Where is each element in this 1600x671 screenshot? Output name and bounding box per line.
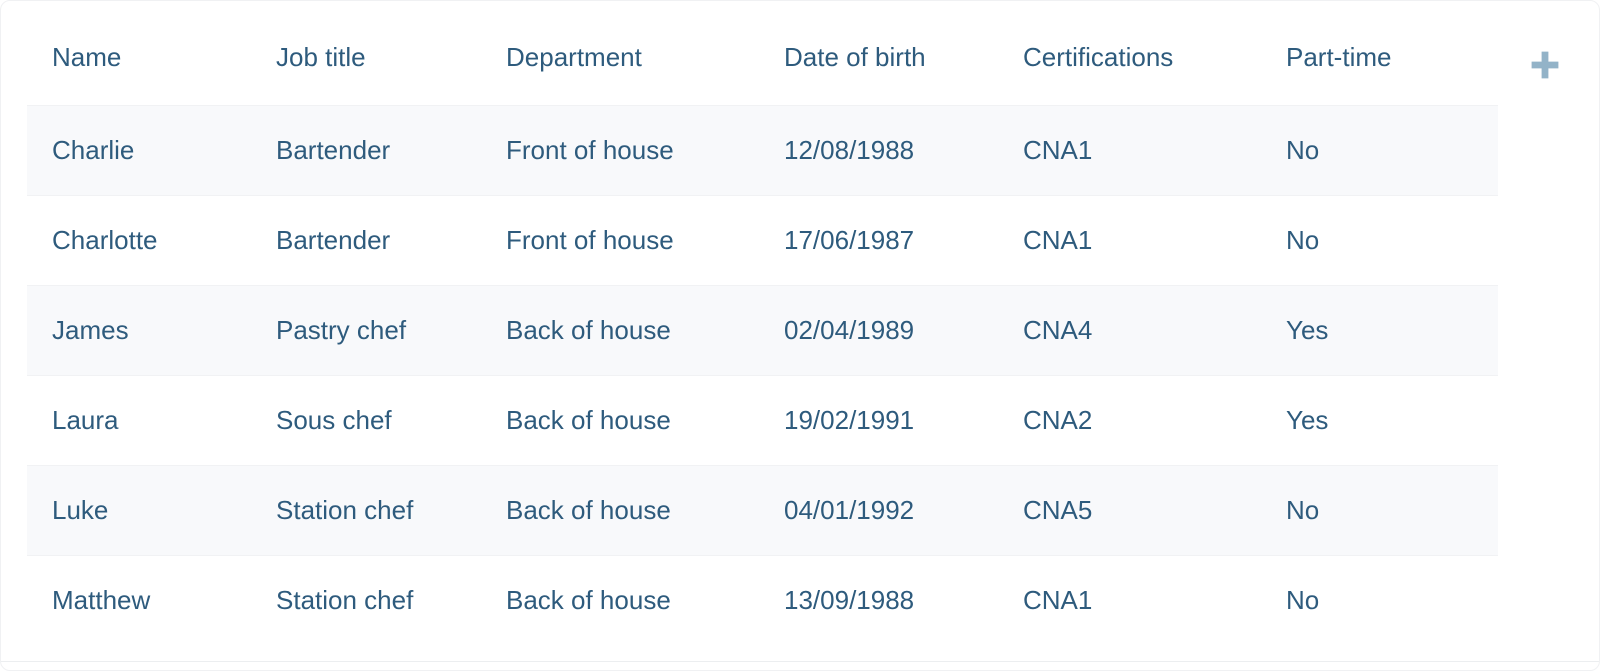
table-row[interactable]: James Pastry chef Back of house 02/04/19… [27,285,1498,376]
column-header-name[interactable]: Name [27,9,251,106]
column-header-job-title[interactable]: Job title [251,9,481,106]
table-scroll-area: Name Job title Department Date of birth … [1,1,1599,670]
cell-certifications[interactable]: CNA5 [998,465,1261,556]
cell-job-title[interactable]: Sous chef [251,375,481,466]
cell-part-time[interactable]: Yes [1261,375,1498,466]
cell-job-title[interactable]: Pastry chef [251,285,481,376]
column-header-part-time[interactable]: Part-time [1261,9,1498,106]
cell-certifications[interactable]: CNA1 [998,105,1261,196]
cell-date-of-birth[interactable]: 12/08/1988 [759,105,998,196]
cell-name[interactable]: James [27,285,251,376]
table-header: Name Job title Department Date of birth … [27,9,1498,106]
table-row[interactable]: Charlie Bartender Front of house 12/08/1… [27,105,1498,196]
cell-job-title[interactable]: Bartender [251,195,481,286]
employee-table-panel: Name Job title Department Date of birth … [0,0,1600,671]
column-header-department[interactable]: Department [481,9,759,106]
cell-date-of-birth[interactable]: 04/01/1992 [759,465,998,556]
cell-department[interactable]: Back of house [481,285,759,376]
cell-job-title[interactable]: Station chef [251,465,481,556]
cell-part-time[interactable]: No [1261,105,1498,196]
cell-part-time[interactable]: Yes [1261,285,1498,376]
column-header-date-of-birth[interactable]: Date of birth [759,9,998,106]
add-column-button[interactable] [1525,45,1565,85]
cell-part-time[interactable]: No [1261,195,1498,286]
cell-name[interactable]: Laura [27,375,251,466]
cell-certifications[interactable]: CNA1 [998,195,1261,286]
cell-name[interactable]: Luke [27,465,251,556]
cell-name[interactable]: Matthew [27,555,251,645]
cell-date-of-birth[interactable]: 02/04/1989 [759,285,998,376]
cell-name[interactable]: Charlie [27,105,251,196]
cell-department[interactable]: Back of house [481,555,759,645]
table-header-row: Name Job title Department Date of birth … [27,9,1498,106]
cell-date-of-birth[interactable]: 19/02/1991 [759,375,998,466]
cell-department[interactable]: Front of house [481,195,759,286]
employee-table: Name Job title Department Date of birth … [27,9,1498,645]
cell-part-time[interactable]: No [1261,555,1498,645]
cell-date-of-birth[interactable]: 13/09/1988 [759,555,998,645]
cell-certifications[interactable]: CNA1 [998,555,1261,645]
cell-certifications[interactable]: CNA2 [998,375,1261,466]
table-row[interactable]: Matthew Station chef Back of house 13/09… [27,555,1498,645]
table-row[interactable]: Laura Sous chef Back of house 19/02/1991… [27,375,1498,466]
cell-certifications[interactable]: CNA4 [998,285,1261,376]
table-body: Charlie Bartender Front of house 12/08/1… [27,105,1498,645]
cell-date-of-birth[interactable]: 17/06/1987 [759,195,998,286]
cell-name[interactable]: Charlotte [27,195,251,286]
cell-department[interactable]: Back of house [481,465,759,556]
cell-department[interactable]: Front of house [481,105,759,196]
column-header-certifications[interactable]: Certifications [998,9,1261,106]
cell-job-title[interactable]: Bartender [251,105,481,196]
cell-department[interactable]: Back of house [481,375,759,466]
table-bottom-divider [1,661,1599,662]
cell-job-title[interactable]: Station chef [251,555,481,645]
cell-part-time[interactable]: No [1261,465,1498,556]
table-row[interactable]: Luke Station chef Back of house 04/01/19… [27,465,1498,556]
plus-icon [1528,48,1562,82]
table-row[interactable]: Charlotte Bartender Front of house 17/06… [27,195,1498,286]
